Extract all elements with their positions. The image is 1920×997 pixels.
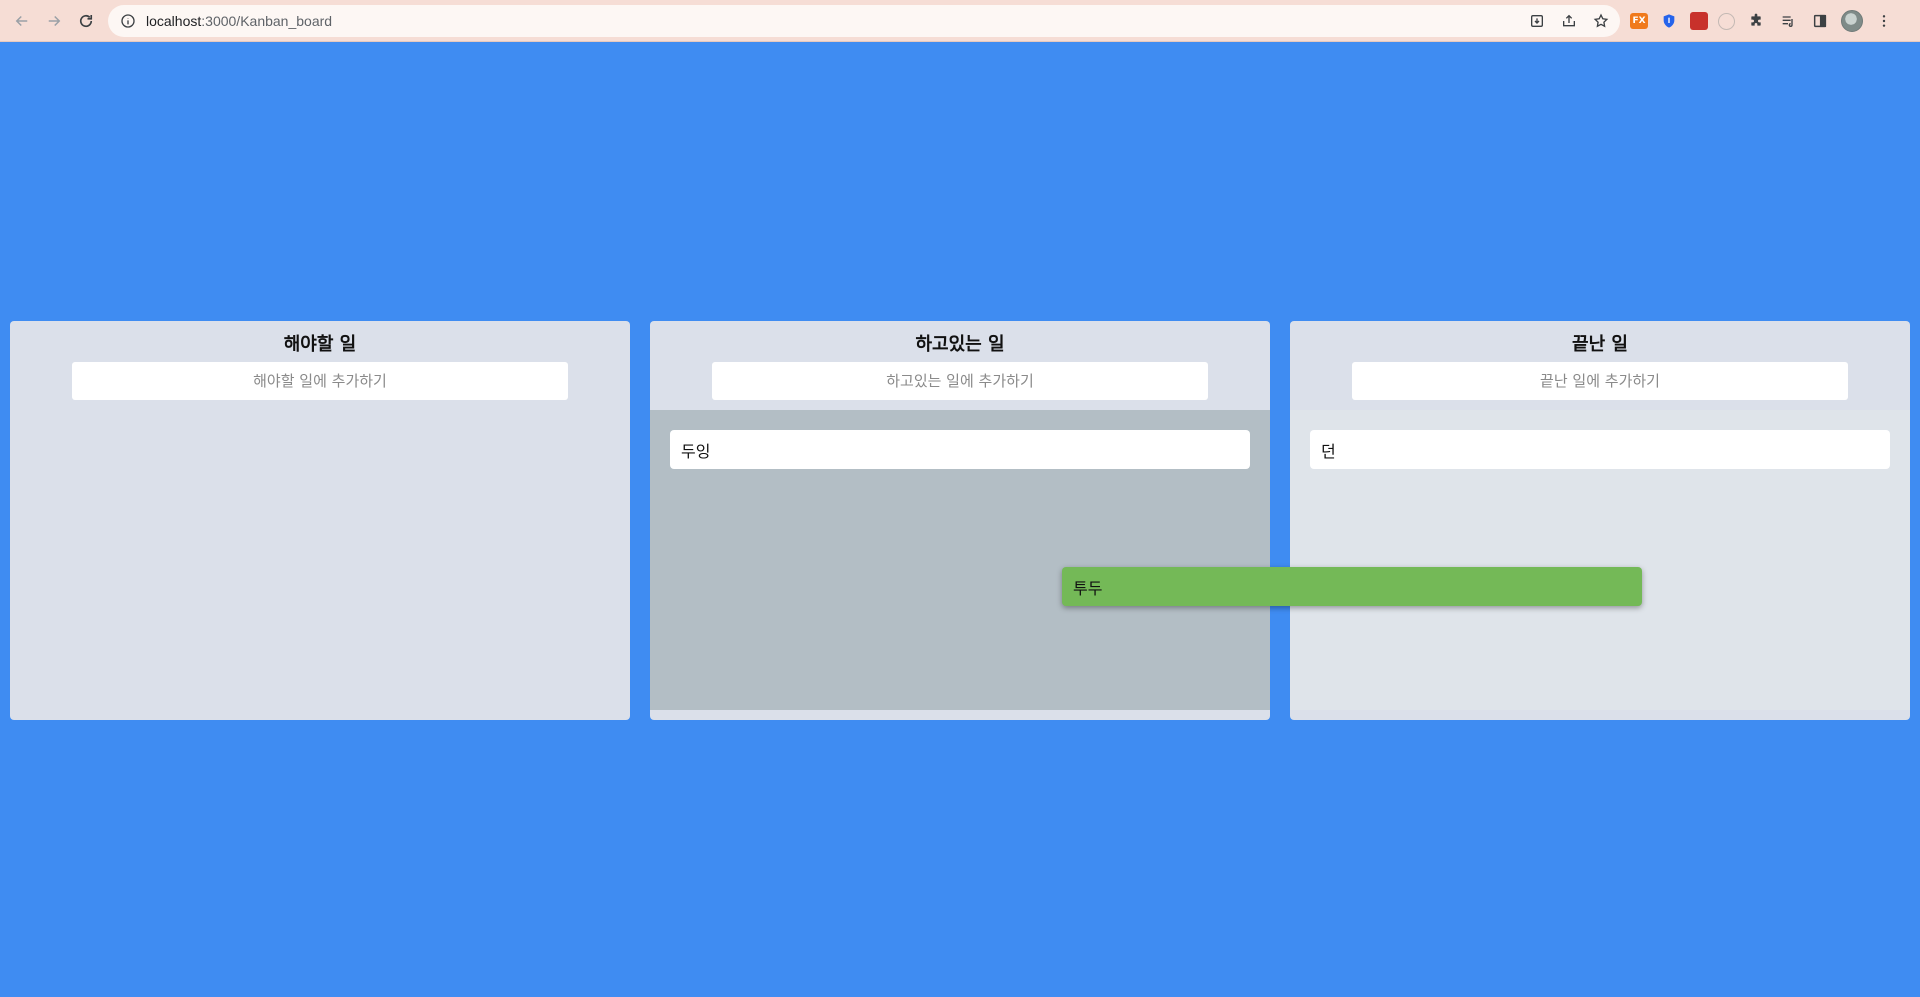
column-title: 끝난 일 [1572, 334, 1628, 355]
bookmark-star-icon[interactable] [1590, 10, 1612, 32]
add-done-input[interactable] [1352, 362, 1848, 400]
fx-extension-icon[interactable]: FX [1630, 13, 1648, 29]
url-path: :3000/Kanban_board [201, 13, 333, 29]
install-app-icon[interactable] [1526, 10, 1548, 32]
compass-extension-icon[interactable] [1718, 12, 1735, 30]
reload-button[interactable] [70, 5, 102, 37]
puzzle-icon[interactable] [1745, 10, 1767, 32]
add-todo-input[interactable] [72, 362, 568, 400]
site-info-icon[interactable] [120, 13, 136, 29]
back-button[interactable] [6, 5, 38, 37]
column-title: 해야할 일 [283, 334, 357, 355]
avatar [1841, 10, 1863, 32]
side-panel-icon[interactable] [1809, 10, 1831, 32]
column-title: 하고있는 일 [915, 334, 1005, 355]
arrow-left-icon [15, 15, 28, 26]
forward-button[interactable] [38, 5, 70, 37]
dragging-card[interactable]: 투두 [1062, 567, 1642, 606]
arrow-right-icon [48, 15, 61, 26]
address-bar[interactable]: localhost:3000/Kanban_board [108, 5, 1620, 37]
kanban-card[interactable]: 던 [1310, 430, 1890, 469]
red-extension-icon[interactable] [1690, 12, 1708, 30]
column-done[interactable]: 끝난 일 던 [1290, 321, 1910, 720]
column-todo[interactable]: 해야할 일 [10, 321, 630, 720]
kanban-card[interactable]: 두잉 [670, 430, 1250, 469]
menu-kebab-icon[interactable] [1873, 10, 1895, 32]
shield-extension-icon[interactable] [1658, 10, 1680, 32]
add-doing-input[interactable] [712, 362, 1208, 400]
reading-list-icon[interactable] [1777, 10, 1799, 32]
column-doing[interactable]: 하고있는 일 두잉 [650, 321, 1270, 720]
column-dropzone[interactable]: 두잉 [650, 410, 1270, 710]
browser-toolbar: localhost:3000/Kanban_board FX [0, 0, 1920, 42]
column-dropzone[interactable] [10, 410, 630, 710]
reload-icon [79, 14, 93, 27]
column-dropzone[interactable]: 던 [1290, 410, 1910, 710]
kanban-board: 해야할 일 하고있는 일 두잉 끝난 일 던 투두 [0, 42, 1920, 997]
profile-avatar[interactable] [1841, 10, 1863, 32]
share-icon[interactable] [1558, 10, 1580, 32]
url-host: localhost [146, 13, 202, 29]
